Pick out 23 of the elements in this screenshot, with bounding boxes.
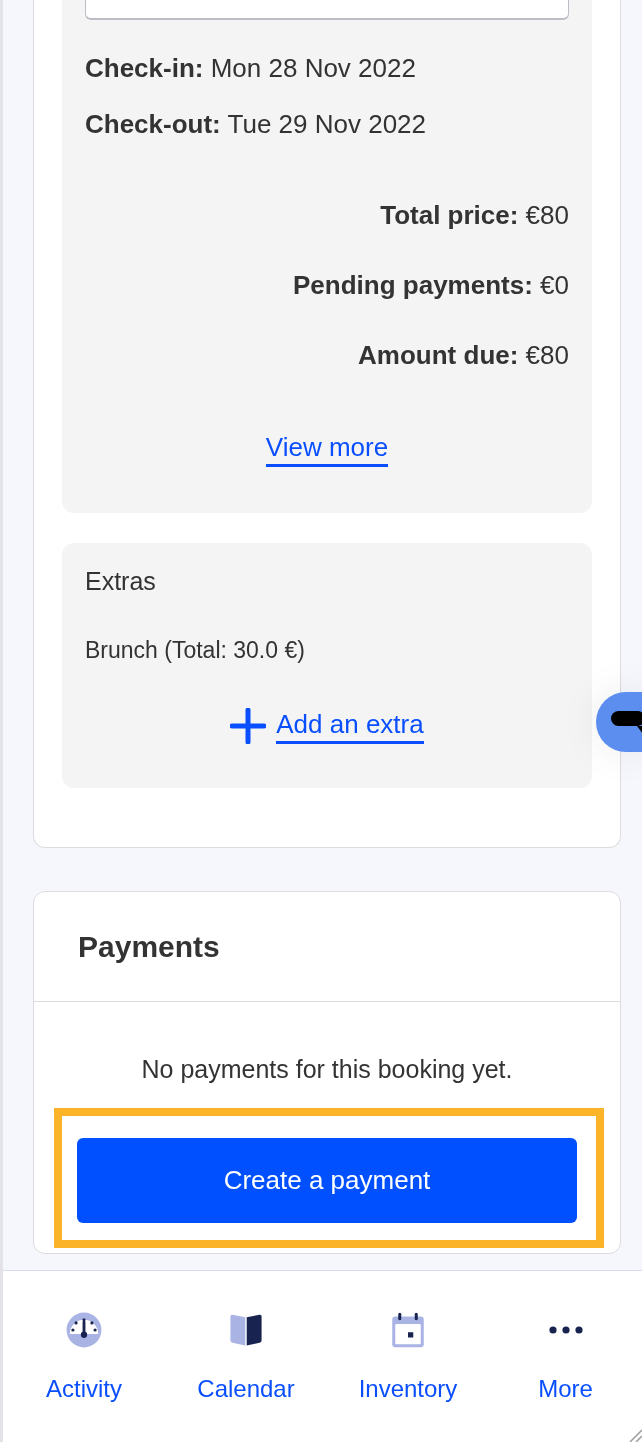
nav-tab[interactable]: Inventory — [327, 1271, 489, 1442]
more-dots-icon — [548, 1326, 583, 1334]
stay-date: Check-in: Mon 28 Nov 2022 — [85, 52, 417, 85]
book-icon — [229, 1313, 263, 1347]
stay-date: Check-out: Tue 29 Nov 2022 — [85, 108, 428, 141]
view-more-link[interactable]: View more — [265, 430, 389, 467]
add-extra-link[interactable]: Add an extra — [276, 707, 424, 744]
nav-tab[interactable]: More — [489, 1271, 642, 1442]
calendar-icon — [391, 1312, 425, 1348]
create-payment-button[interactable]: Create a payment — [77, 1138, 577, 1223]
price-line: Total price: €80 — [380, 199, 569, 232]
nav-tab[interactable]: Calendar — [165, 1271, 327, 1442]
input-field[interactable] — [85, 0, 569, 20]
plus-icon[interactable] — [230, 707, 267, 744]
empty-message: No payments for this booking yet. — [140, 1054, 514, 1085]
payments-title: Payments — [78, 929, 220, 965]
extra-item: Brunch (Total: 30.0 €) — [85, 636, 306, 665]
price-line: Amount due: €80 — [358, 339, 569, 372]
nav-tab[interactable]: Activity — [3, 1271, 165, 1442]
gauge-icon — [65, 1311, 103, 1349]
speech-bubble-icon — [611, 710, 642, 734]
extras-title: Extras — [85, 566, 157, 596]
price-line: Pending payments: €0 — [293, 269, 569, 302]
